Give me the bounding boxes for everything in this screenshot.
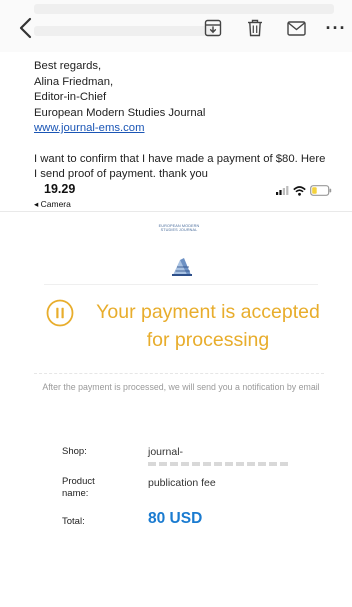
email-body: Best regards, Alina Friedman, Editor-in-… <box>34 59 350 183</box>
archive-button[interactable] <box>202 17 224 39</box>
payment-status-line: for processing <box>146 329 270 351</box>
email-message-line: I want to confirm that I have made a pay… <box>34 152 326 165</box>
brand-line: STUDIES JOURNAL <box>160 228 198 233</box>
cellular-signal-icon <box>276 186 289 195</box>
phone-status-bar: 19.29 ◂ Camera <box>0 180 352 212</box>
payment-status-line: Your payment is accepted <box>96 301 320 323</box>
battery-icon <box>310 185 332 196</box>
more-icon: ··· <box>325 17 347 38</box>
dashed-divider <box>34 373 324 374</box>
wifi-icon <box>293 185 306 196</box>
email-toolbar: ··· <box>0 0 352 52</box>
faded-text-line <box>34 4 334 14</box>
processing-note: After the payment is processed, we will … <box>42 382 320 392</box>
product-name-label: Product name: <box>62 476 95 500</box>
payment-status-title: Your payment is accepted for processing <box>76 298 340 354</box>
mail-button[interactable] <box>285 17 307 39</box>
archive-icon <box>204 19 222 37</box>
delete-button[interactable] <box>244 17 266 39</box>
total-amount: 80 USD <box>148 510 203 527</box>
divider <box>44 284 318 285</box>
status-time: 19.29 <box>44 182 76 196</box>
journal-brand-text: EUROPEAN MODERN STUDIES JOURNAL <box>152 224 206 233</box>
product-label-line: Product <box>62 476 95 487</box>
more-button[interactable]: ··· <box>325 17 347 39</box>
product-name-value: publication fee <box>148 477 216 489</box>
mail-icon <box>286 20 306 36</box>
email-signer-name: Alina Friedman, <box>34 75 114 88</box>
email-signer-org: European Modern Studies Journal <box>34 106 206 119</box>
trash-icon <box>248 19 262 37</box>
shop-value-cutoff <box>148 460 298 466</box>
product-label-line: name: <box>62 488 89 499</box>
shop-value: journal- <box>148 446 184 458</box>
back-to-camera-link[interactable]: ◂ Camera <box>34 199 71 210</box>
back-button[interactable] <box>14 15 36 41</box>
faded-text-line <box>34 26 214 36</box>
total-label: Total: <box>62 516 85 527</box>
email-signer-role: Editor-in-Chief <box>34 91 107 103</box>
pause-circle-icon <box>46 299 74 327</box>
status-icons <box>276 185 332 196</box>
back-chevron-icon <box>19 17 32 39</box>
email-closing: Best regards, <box>34 60 102 72</box>
bridge-logo-icon <box>172 258 192 276</box>
shop-label: Shop: <box>62 446 87 457</box>
journal-link[interactable]: www.journal-ems.com <box>34 121 350 137</box>
